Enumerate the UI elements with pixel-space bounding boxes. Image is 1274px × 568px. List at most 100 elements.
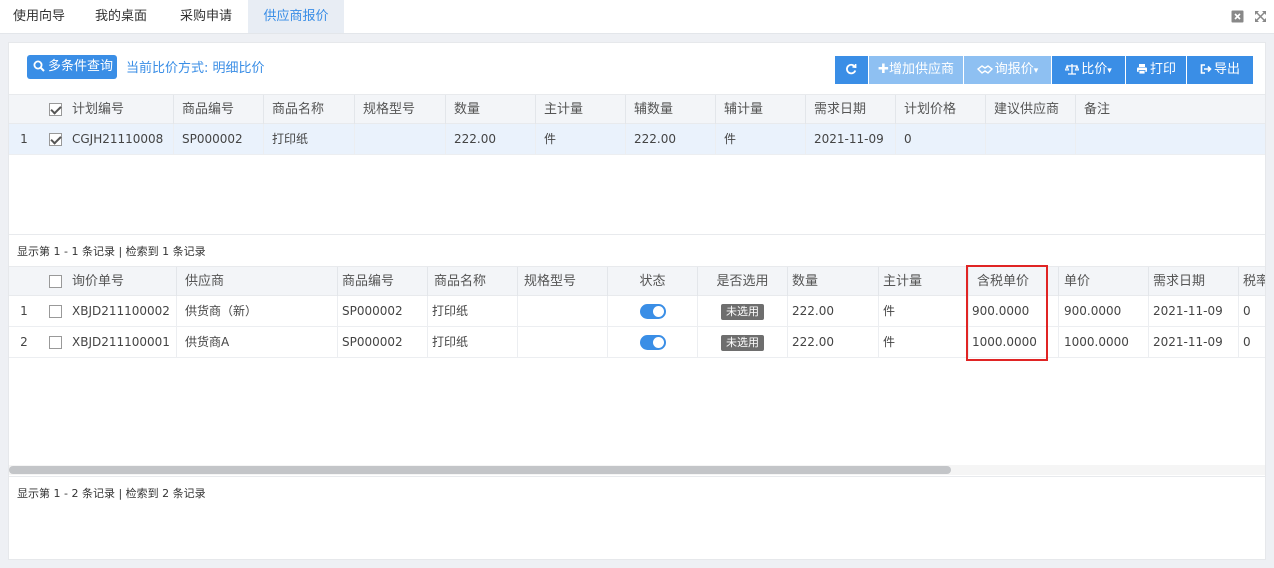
cell-unit: 件 (879, 296, 969, 326)
status-toggle[interactable] (640, 335, 666, 350)
col-spec[interactable]: 规格型号 (355, 95, 446, 124)
cell-spec (518, 296, 608, 326)
action-toolbar: ✚增加供应商 询报价▾ 比价▾ 打印 导出 (835, 56, 1253, 84)
refresh-button[interactable] (835, 56, 868, 84)
row-checkbox[interactable] (49, 336, 62, 349)
cell-plan-no: CGJH21110008 (64, 124, 174, 154)
cell-spec (518, 327, 608, 357)
tax-price-highlight-box (966, 265, 1048, 361)
col-plan-price[interactable]: 计划价格 (896, 95, 986, 124)
export-label: 导出 (1213, 62, 1240, 77)
divider (9, 476, 1265, 477)
cell-date: 2021-11-09 (806, 124, 896, 154)
col-note[interactable]: 备注 (1076, 95, 1265, 124)
cell-goods-no: SP000002 (338, 296, 428, 326)
row-number: 1 (20, 132, 28, 146)
col-aux-qty[interactable]: 辅数量 (626, 95, 716, 124)
row-checkbox[interactable] (49, 305, 62, 318)
add-supplier-button[interactable]: ✚增加供应商 (869, 56, 963, 84)
status-badge: 未选用 (721, 304, 764, 320)
main-panel: 多条件查询 当前比价方式: 明细比价 ✚增加供应商 询报价▾ 比价▾ 打印 导出… (8, 42, 1266, 560)
cell-selected: 未选用 (698, 296, 788, 326)
caret-down-icon: ▾ (1107, 66, 1112, 76)
cell-plan-price: 0 (896, 124, 986, 154)
cell-goods-no: SP000002 (174, 124, 264, 154)
col-quote-no[interactable]: 询价单号 (64, 267, 177, 296)
refresh-icon (845, 63, 856, 75)
print-button[interactable]: 打印 (1126, 56, 1186, 84)
col-suggested-supplier[interactable]: 建议供应商 (986, 95, 1076, 124)
col-goods-name[interactable]: 商品名称 (264, 95, 355, 124)
select-all-checkbox[interactable] (49, 275, 62, 288)
col-aux-unit[interactable]: 辅计量 (716, 95, 806, 124)
divider (9, 234, 1265, 235)
table-row[interactable]: 1 XBJD211100002 供货商（新） SP000002 打印纸 未选用 … (9, 296, 1265, 327)
cell-date: 2021-11-09 (1149, 296, 1239, 326)
status-toggle[interactable] (640, 304, 666, 319)
select-all-checkbox[interactable] (49, 103, 62, 116)
col-goods-name[interactable]: 商品名称 (428, 267, 518, 296)
table-row[interactable]: 1 CGJH21110008 SP000002 打印纸 222.00 件 222… (9, 124, 1265, 155)
cell-goods-no: SP000002 (338, 327, 428, 357)
balance-scale-icon (1064, 64, 1080, 75)
cell-status (608, 327, 698, 357)
search-icon (33, 60, 45, 72)
cell-qty: 222.00 (788, 296, 879, 326)
col-unit-price[interactable]: 单价 (1059, 267, 1149, 296)
plan-grid: 计划编号 商品编号 商品名称 规格型号 数量 主计量 辅数量 辅计量 需求日期 … (9, 94, 1265, 264)
row-number: 1 (20, 304, 28, 318)
compare-label: 比价 (1081, 62, 1108, 77)
compare-mode-link[interactable]: 当前比价方式: 明细比价 (126, 57, 265, 76)
col-unit[interactable]: 主计量 (536, 95, 626, 124)
print-label: 打印 (1149, 62, 1176, 77)
cell-unit-price: 1000.0000 (1059, 327, 1149, 357)
col-selected[interactable]: 是否选用 (698, 267, 788, 296)
cell-qty: 222.00 (446, 124, 536, 154)
compare-button[interactable]: 比价▾ (1052, 56, 1125, 84)
cell-suggested-supplier (986, 124, 1076, 154)
plus-icon: ✚ (878, 62, 889, 77)
table-row[interactable]: 2 XBJD211100001 供货商A SP000002 打印纸 未选用 22… (9, 327, 1265, 358)
tab-supplier-quote[interactable]: 供应商报价 (248, 0, 344, 33)
row-number: 2 (20, 335, 28, 349)
inquiry-button[interactable]: 询报价▾ (964, 56, 1051, 84)
quote-grid-pager: 显示第 1 - 2 条记录 | 检索到 2 条记录 (17, 487, 206, 500)
scrollbar-thumb[interactable] (9, 466, 951, 474)
close-tab-icon[interactable] (1231, 10, 1244, 23)
col-qty[interactable]: 数量 (446, 95, 536, 124)
tab-desktop[interactable]: 我的桌面 (78, 0, 164, 33)
col-plan-no[interactable]: 计划编号 (64, 95, 174, 124)
tab-bar: 使用向导 我的桌面 采购申请 供应商报价 (0, 0, 1274, 34)
cell-goods-name: 打印纸 (428, 327, 518, 357)
row-checkbox[interactable] (49, 133, 62, 146)
col-date[interactable]: 需求日期 (1149, 267, 1239, 296)
col-unit[interactable]: 主计量 (879, 267, 969, 296)
horizontal-scrollbar[interactable] (9, 465, 1265, 475)
cell-unit-price: 900.0000 (1059, 296, 1149, 326)
tab-guide[interactable]: 使用向导 (0, 0, 78, 33)
cell-status (608, 296, 698, 326)
quote-grid: 询价单号 供应商 商品编号 商品名称 规格型号 状态 是否选用 数量 主计量 含… (9, 266, 1265, 476)
col-tax-rate[interactable]: 税率 (1239, 267, 1265, 296)
export-icon (1200, 64, 1212, 74)
plan-grid-header: 计划编号 商品编号 商品名称 规格型号 数量 主计量 辅数量 辅计量 需求日期 … (9, 94, 1265, 124)
col-status[interactable]: 状态 (608, 267, 698, 296)
col-goods-no[interactable]: 商品编号 (338, 267, 428, 296)
fullscreen-icon[interactable] (1254, 10, 1267, 23)
export-button[interactable]: 导出 (1187, 56, 1253, 84)
tab-purchase-request[interactable]: 采购申请 (164, 0, 248, 33)
cell-tax-rate: 0 (1243, 335, 1251, 349)
cell-tax-rate: 0 (1243, 304, 1251, 318)
col-qty[interactable]: 数量 (788, 267, 879, 296)
col-goods-no[interactable]: 商品编号 (174, 95, 264, 124)
cell-unit: 件 (536, 124, 626, 154)
cell-qty: 222.00 (788, 327, 879, 357)
multi-search-button[interactable]: 多条件查询 (27, 55, 117, 79)
multi-search-label: 多条件查询 (48, 59, 114, 74)
col-supplier[interactable]: 供应商 (177, 267, 338, 296)
col-spec[interactable]: 规格型号 (518, 267, 608, 296)
cell-date: 2021-11-09 (1149, 327, 1239, 357)
printer-icon (1136, 64, 1147, 75)
col-date[interactable]: 需求日期 (806, 95, 896, 124)
cell-spec (355, 124, 446, 154)
